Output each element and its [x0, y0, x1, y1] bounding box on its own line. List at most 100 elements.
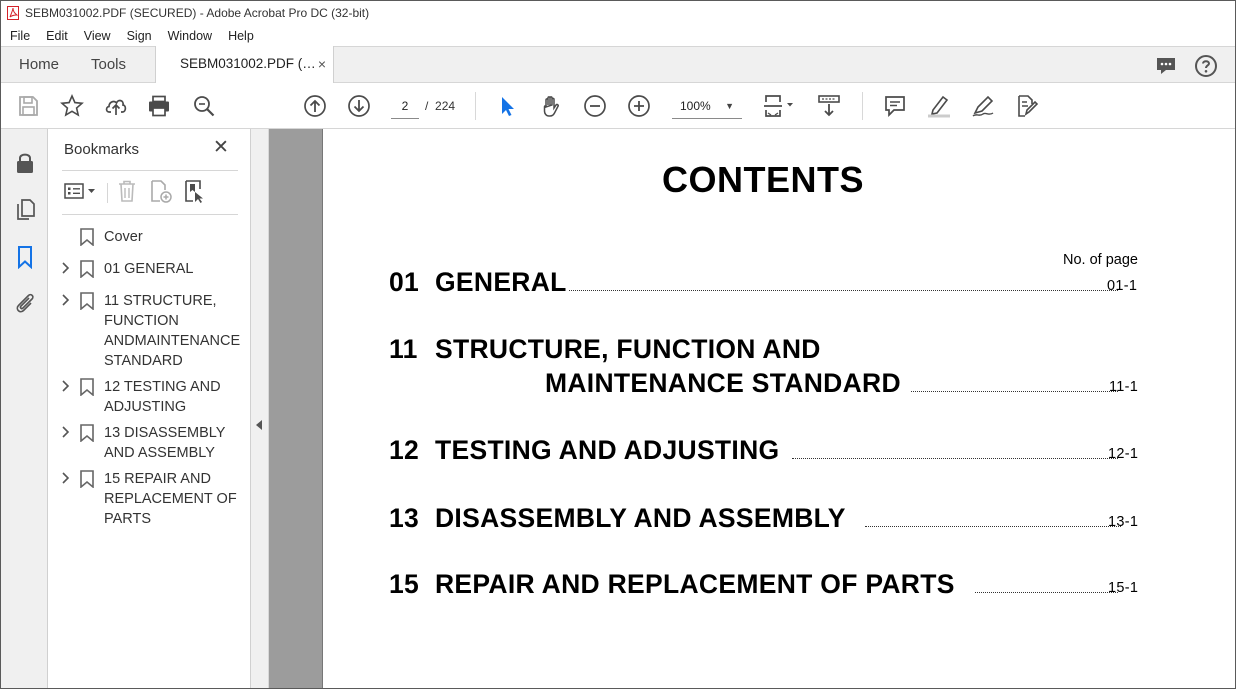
chevron-right-icon[interactable] — [61, 425, 71, 439]
bookmarks-panel-title: Bookmarks — [64, 141, 140, 158]
page-title: CONTENTS — [662, 159, 864, 200]
toc-number: 01 — [389, 267, 420, 297]
toc-entry[interactable]: 11 STRUCTURE, FUNCTION AND MAINTENANCE S… — [389, 334, 1139, 404]
toc-title: STRUCTURE, FUNCTION AND — [435, 334, 821, 364]
bookmark-flag-icon — [80, 378, 94, 396]
menu-sign[interactable]: Sign — [119, 29, 160, 43]
toc-entry[interactable]: 13 DISASSEMBLY AND ASSEMBLY 13-1 — [389, 503, 1139, 537]
tab-tools[interactable]: Tools — [91, 47, 126, 83]
scroll-mode-button[interactable] — [817, 94, 841, 118]
page-display-button[interactable] — [763, 94, 797, 118]
sign-button[interactable] — [1014, 94, 1039, 118]
left-rail — [1, 129, 48, 688]
previous-page-button[interactable] — [303, 94, 327, 118]
panel-splitter[interactable] — [251, 129, 269, 688]
bookmark-star-button[interactable] — [60, 94, 84, 118]
no-of-page-header: No. of page — [1063, 252, 1138, 268]
highlighter-icon — [928, 95, 950, 118]
toc-entry[interactable]: 15 REPAIR AND REPLACEMENT OF PARTS 15-1 — [389, 569, 1139, 603]
help-icon[interactable] — [1194, 54, 1218, 78]
tab-home[interactable]: Home — [19, 47, 59, 83]
zoom-out-button[interactable] — [583, 94, 607, 118]
toc-entry[interactable]: 01 GENERAL 01-1 — [389, 267, 1139, 301]
share-upload-button[interactable] — [104, 94, 128, 118]
bookmark-label: 15 REPAIR AND REPLACEMENT OF PARTS — [104, 471, 237, 527]
zoom-in-button[interactable] — [627, 94, 651, 118]
star-icon — [60, 94, 84, 117]
page-number-input[interactable]: 2 — [391, 93, 419, 119]
find-button[interactable] — [192, 94, 216, 118]
document-viewer[interactable]: CONTENTS No. of page 01 GENERAL 01-1 11 … — [269, 129, 1235, 688]
print-button[interactable] — [147, 94, 171, 118]
zoom-level-value: 100% — [680, 99, 711, 113]
toc-title: TESTING AND ADJUSTING — [435, 435, 780, 465]
lock-icon[interactable] — [13, 151, 37, 175]
hand-tool-button[interactable] — [539, 94, 563, 118]
save-button[interactable] — [16, 94, 40, 118]
page-separator: / — [425, 99, 429, 113]
menu-help[interactable]: Help — [220, 29, 262, 43]
window-title: SEBM031002.PDF (SECURED) - Adobe Acrobat… — [25, 6, 370, 20]
bookmark-flag-icon — [80, 424, 94, 442]
toc-title: GENERAL — [435, 267, 567, 297]
bookmarks-icon[interactable] — [13, 245, 37, 269]
scroll-icon — [818, 95, 840, 117]
trash-icon — [119, 180, 135, 202]
dot-leader — [569, 290, 1118, 291]
toc-page: 12-1 — [1108, 446, 1139, 462]
highlight-button[interactable] — [927, 94, 951, 118]
comment-button[interactable] — [883, 94, 907, 118]
find-bookmark-button[interactable] — [182, 179, 206, 203]
bookmark-flag-icon — [80, 292, 94, 310]
title-bar: SEBM031002.PDF (SECURED) - Adobe Acrobat… — [1, 1, 1235, 25]
acrobat-window: SEBM031002.PDF (SECURED) - Adobe Acrobat… — [0, 0, 1236, 689]
next-page-button[interactable] — [347, 94, 371, 118]
comment-icon — [885, 96, 905, 118]
bookmark-label: 13 DISASSEMBLY AND ASSEMBLY — [104, 425, 226, 461]
toc-title: REPAIR AND REPLACEMENT OF PARTS — [435, 569, 955, 599]
menu-view[interactable]: View — [76, 29, 119, 43]
panel-tool-divider — [107, 183, 108, 203]
menu-file[interactable]: File — [1, 29, 38, 43]
bookmark-label: 12 TESTING AND ADJUSTING — [104, 379, 221, 415]
toc-page: 11-1 — [1109, 379, 1139, 395]
bookmark-flag-icon — [80, 470, 94, 488]
toc-number: 15 — [389, 569, 420, 599]
new-bookmark-button[interactable] — [148, 179, 172, 203]
chevron-down-icon: ▼ — [725, 101, 734, 111]
menu-window[interactable]: Window — [160, 29, 220, 43]
select-tool-button[interactable] — [495, 94, 519, 118]
toc-page: 15-1 — [1108, 580, 1139, 596]
tab-document[interactable]: SEBM031002.PDF (… × — [155, 46, 334, 84]
tab-document-label: SEBM031002.PDF (… — [180, 56, 316, 71]
toc-title-continued: MAINTENANCE STANDARD — [545, 368, 901, 398]
close-panel-button[interactable]: ✕ — [213, 138, 229, 158]
comment-chat-icon[interactable] — [1154, 54, 1178, 78]
attachment-paperclip-icon[interactable] — [13, 291, 37, 315]
bookmark-label: 11 STRUCTURE, FUNCTION ANDMAINTENANCE ST… — [104, 293, 241, 369]
chevron-right-icon[interactable] — [61, 293, 71, 307]
menu-bar: File Edit View Sign Window Help — [1, 25, 1235, 46]
add-bookmark-icon — [151, 180, 172, 203]
edit-document-icon — [1018, 95, 1039, 117]
tab-close-button[interactable]: × — [318, 46, 326, 82]
toc-page: 01-1 — [1107, 278, 1138, 294]
toc-number: 13 — [389, 503, 420, 533]
collapse-panel-arrow-icon[interactable] — [256, 420, 262, 430]
delete-bookmark-button[interactable] — [115, 179, 139, 203]
chevron-right-icon[interactable] — [61, 379, 71, 393]
page-total: / 224 — [425, 93, 455, 119]
chevron-right-icon[interactable] — [61, 471, 71, 485]
zoom-level-select[interactable]: 100% ▼ — [672, 93, 742, 119]
pdf-page: CONTENTS No. of page 01 GENERAL 01-1 11 … — [322, 129, 1235, 688]
chevron-right-icon[interactable] — [61, 261, 71, 275]
toc-entry[interactable]: 12 TESTING AND ADJUSTING 12-1 — [389, 435, 1139, 469]
bookmark-flag-icon — [80, 260, 94, 278]
page-thumbnails-icon[interactable] — [13, 197, 37, 221]
bookmark-label: Cover — [104, 229, 143, 245]
menu-edit[interactable]: Edit — [38, 29, 76, 43]
toolbar-divider — [475, 92, 476, 120]
draw-button[interactable] — [971, 94, 995, 118]
bookmark-options-button[interactable] — [63, 179, 99, 203]
page-total-count: 224 — [435, 99, 456, 113]
